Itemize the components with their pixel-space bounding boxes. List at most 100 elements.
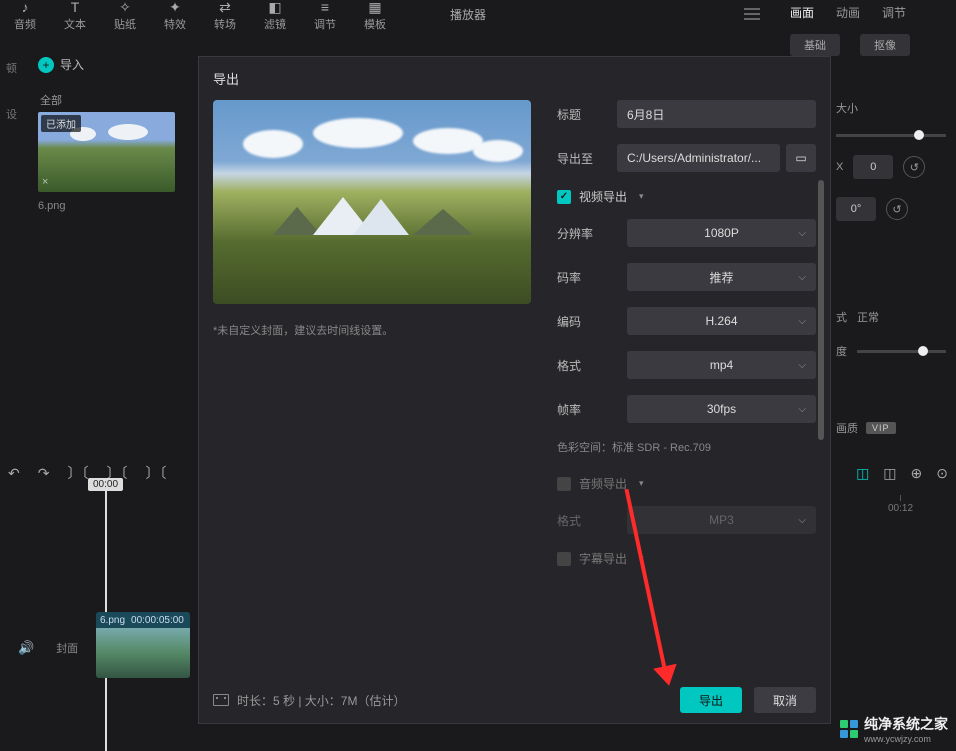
subtab-basic[interactable]: 基础 <box>790 34 840 56</box>
text-icon: T <box>65 0 85 14</box>
cut-right-icon[interactable]: 〕〔 <box>145 463 166 483</box>
video-export-section[interactable]: ✓ 视频导出 ▾ <box>557 188 816 205</box>
redo-icon[interactable]: ↷ <box>38 465 50 482</box>
tool-label: 调节 <box>314 16 336 32</box>
preview-thumbnail[interactable] <box>213 100 531 304</box>
remove-icon[interactable]: × <box>42 176 48 188</box>
tool-template[interactable]: ▦模板 <box>350 0 400 32</box>
fps-select[interactable]: 30fps⌵ <box>627 395 816 423</box>
split-icon[interactable]: 〕〔 <box>67 463 88 483</box>
folder-button[interactable]: ▭ <box>786 144 816 172</box>
effects-icon: ✦ <box>165 0 185 14</box>
tool-label: 滤镜 <box>264 16 286 32</box>
timeline-tool-4-icon[interactable]: ⊙ <box>936 465 948 482</box>
size-slider[interactable] <box>836 134 946 137</box>
playhead-time: 00:00 <box>88 478 123 491</box>
media-thumbnail[interactable]: 已添加 × <box>38 112 175 192</box>
sticker-icon: ✧ <box>115 0 135 14</box>
watermark-url: www.ycwjzy.com <box>864 734 948 744</box>
tab-canvas[interactable]: 画面 <box>790 4 814 21</box>
transition-icon: ⇄ <box>215 0 235 14</box>
export-button[interactable]: 导出 <box>680 687 742 713</box>
timeline-tool-3-icon[interactable]: ⊕ <box>911 465 923 482</box>
title-input[interactable]: 6月8日 <box>617 100 816 128</box>
tool-label: 音频 <box>14 16 36 32</box>
timeline-tick: 00:12 <box>888 495 913 514</box>
codec-label: 编码 <box>557 313 627 330</box>
fps-label: 帧率 <box>557 401 627 418</box>
opacity-label: 度 <box>836 343 847 359</box>
tool-label: 文本 <box>64 16 86 32</box>
format-select[interactable]: mp4⌵ <box>627 351 816 379</box>
right-tabs: 画面 动画 调节 <box>790 4 906 21</box>
exportto-label: 导出至 <box>557 150 617 167</box>
x-label: X <box>836 161 843 173</box>
exportto-input[interactable]: C:/Users/Administrator/... <box>617 144 780 172</box>
cancel-button[interactable]: 取消 <box>754 687 816 713</box>
reset-icon[interactable]: ↺ <box>886 198 908 220</box>
tool-filter[interactable]: ◧ 滤镜 <box>250 0 300 32</box>
speaker-icon[interactable]: 🔊 <box>18 640 34 656</box>
checkbox-off-icon[interactable]: ✓ <box>557 477 571 491</box>
mode-value[interactable]: 正常 <box>857 309 879 325</box>
checkbox-off-icon[interactable]: ✓ <box>557 552 571 566</box>
timeline-tool-2-icon[interactable]: ◫ <box>883 465 896 482</box>
audio-format-label: 格式 <box>557 512 627 529</box>
chevron-down-icon: ⌵ <box>798 316 806 327</box>
right-subtabs: 基础 抠像 <box>790 34 910 56</box>
tool-label: 转场 <box>214 16 236 32</box>
vip-badge: VIP <box>866 422 896 434</box>
tool-text[interactable]: T 文本 <box>50 0 100 32</box>
bitrate-select[interactable]: 推荐⌵ <box>627 263 816 291</box>
import-button[interactable]: + 导入 <box>38 56 84 73</box>
timeline-clip[interactable]: 6.png 00:00:05:00 <box>96 612 190 678</box>
resolution-select[interactable]: 1080P⌵ <box>627 219 816 247</box>
dialog-title: 导出 <box>199 57 830 100</box>
chevron-down-icon: ⌵ <box>798 404 806 415</box>
tool-audio[interactable]: ♪ 音频 <box>0 0 50 32</box>
category-all[interactable]: 全部 <box>40 92 62 108</box>
tool-sticker[interactable]: ✧贴纸 <box>100 0 150 32</box>
undo-icon[interactable]: ↶ <box>8 465 20 482</box>
timeline-tool-1-icon[interactable]: ◫ <box>856 465 869 482</box>
added-badge: 已添加 <box>41 115 81 132</box>
chevron-down-icon: ⌵ <box>798 360 806 371</box>
degree-value[interactable]: 0° <box>836 197 876 221</box>
chevron-down-icon: ⌵ <box>798 228 806 239</box>
audio-export-section[interactable]: ✓ 音频导出 ▾ <box>557 475 816 492</box>
chevron-down-icon: ▾ <box>639 553 644 564</box>
music-icon: ♪ <box>15 0 35 14</box>
quality-label: 画质 <box>836 420 858 436</box>
watermark: 纯净系统之家 www.ycwjzy.com <box>840 714 948 744</box>
opacity-slider[interactable] <box>857 350 946 353</box>
property-panel: 大小 X 0 ↺ 0° ↺ 式 正常 度 画质 VIP <box>836 100 956 377</box>
filter-icon: ◧ <box>265 0 285 14</box>
footer-info: 时长：5 秒 | 大小：7M（估计） <box>237 692 405 709</box>
preview-hint: *未自定义封面，建议去时间线设置。 <box>213 322 531 338</box>
checkbox-on-icon[interactable]: ✓ <box>557 190 571 204</box>
x-value[interactable]: 0 <box>853 155 893 179</box>
format-label: 格式 <box>557 357 627 374</box>
tool-transition[interactable]: ⇄ 转场 <box>200 0 250 32</box>
codec-select[interactable]: H.264⌵ <box>627 307 816 335</box>
left-sidebar: 顿 设 <box>6 60 17 122</box>
subtab-cutout[interactable]: 抠像 <box>860 34 910 56</box>
tool-effects[interactable]: ✦ 特效 <box>150 0 200 32</box>
resolution-label: 分辨率 <box>557 225 627 242</box>
player-header: 播放器 <box>450 4 760 24</box>
menu-icon[interactable] <box>744 8 760 20</box>
audio-format-select: MP3⌵ <box>627 506 816 534</box>
clip-filename: 6.png <box>100 615 125 626</box>
section-label: 视频导出 <box>579 188 627 205</box>
film-icon <box>213 694 229 706</box>
cover-label[interactable]: 封面 <box>56 640 78 656</box>
subtitle-export-section[interactable]: ✓ 字幕导出 ▾ <box>557 550 816 567</box>
sidebar-icon-1[interactable]: 顿 <box>6 60 17 76</box>
reset-icon[interactable]: ↺ <box>903 156 925 178</box>
scrollbar[interactable] <box>818 180 824 440</box>
tab-adjust[interactable]: 调节 <box>882 4 906 21</box>
tool-adjust[interactable]: ≡调节 <box>300 0 350 32</box>
tool-label: 特效 <box>164 16 186 32</box>
tab-animation[interactable]: 动画 <box>836 4 860 21</box>
sidebar-icon-2[interactable]: 设 <box>6 106 17 122</box>
